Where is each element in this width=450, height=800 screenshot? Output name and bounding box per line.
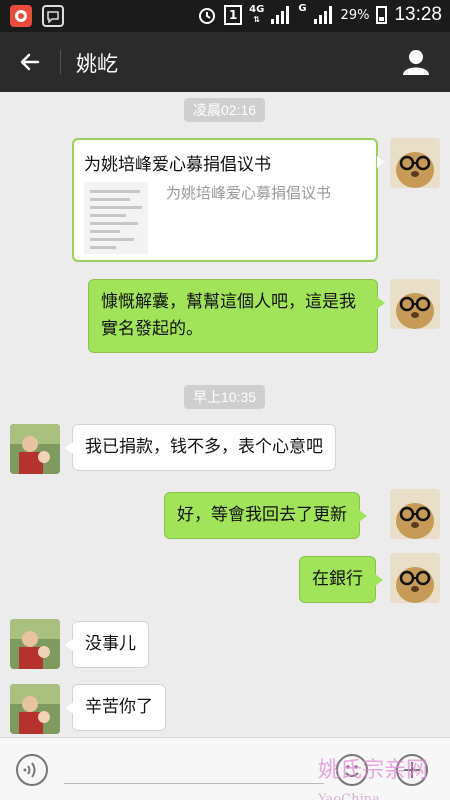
message-input[interactable] [64,783,324,784]
sim-slot-indicator: 1 [224,5,243,25]
site-watermark: 姚氏宗亲网 YaoChina [318,752,450,800]
timestamp: 早上10:35 [184,385,266,409]
avatar[interactable] [390,138,440,188]
avatar[interactable] [390,489,440,539]
avatar[interactable] [390,279,440,329]
network-type: 4G ⇅ [249,4,265,25]
share-card-description: 为姚培峰爱心募捐倡议书 [166,184,332,202]
notification-icons [10,5,64,27]
chat-notification-icon [42,5,64,27]
person-photo-avatar-icon [10,619,60,669]
status-bar: 1 4G ⇅ G 29% 13:28 [0,0,450,32]
share-card[interactable]: 为姚培峰爱心募捐倡议书 为姚培峰爱心募捐倡议书 [72,138,385,262]
person-photo-avatar-icon [10,424,60,474]
back-button[interactable] [14,46,46,78]
battery-percent: 29% [340,7,370,23]
voice-icon [23,762,36,778]
avatar[interactable] [10,424,60,474]
chat-title: 姚屹 [76,52,118,76]
watermark-text: 姚氏宗亲网 [318,758,429,783]
voice-button[interactable] [16,754,48,786]
signal-icon-2 [313,6,334,24]
person-icon [403,50,429,75]
message-bubble-incoming[interactable]: 辛苦你了 [65,684,166,731]
alarm-icon [199,8,216,24]
dog-avatar-icon [390,138,440,188]
dog-avatar-icon [390,489,440,539]
watermark-domain: YaoChina [318,792,380,800]
network-label: 4G [249,4,265,15]
dog-avatar-icon [390,279,440,329]
message-bubble-incoming[interactable]: 没事儿 [65,621,149,668]
timestamp: 凌晨02:16 [184,98,266,122]
clock: 13:28 [394,4,442,25]
share-card-thumbnail [84,182,148,254]
chat-info-button[interactable] [400,46,432,78]
person-photo-avatar-icon [10,684,60,734]
avatar[interactable] [390,553,440,603]
message-bubble-outgoing[interactable]: 在銀行 [299,556,383,603]
network-alt-label: G [298,3,307,14]
avatar[interactable] [10,619,60,669]
message-bubble-outgoing[interactable]: 慷慨解囊，幫幫這個人吧，這是我實名發起的。 [88,279,385,353]
message-bubble-outgoing[interactable]: 好，等會我回去了更新 [164,492,367,539]
share-card-title: 为姚培峰爱心募捐倡议书 [84,155,271,175]
avatar[interactable] [10,684,60,734]
signal-icon [271,6,291,24]
chat-header: 姚屹 [0,32,450,92]
app-notification-icon [10,5,32,27]
battery-icon [376,6,388,24]
arrow-left-icon [20,53,40,71]
header-divider [60,50,61,74]
system-status: 1 4G ⇅ G 29% 13:28 [197,4,442,26]
message-bubble-incoming[interactable]: 我已捐款，钱不多，表个心意吧 [65,424,336,471]
dog-avatar-icon [390,553,440,603]
